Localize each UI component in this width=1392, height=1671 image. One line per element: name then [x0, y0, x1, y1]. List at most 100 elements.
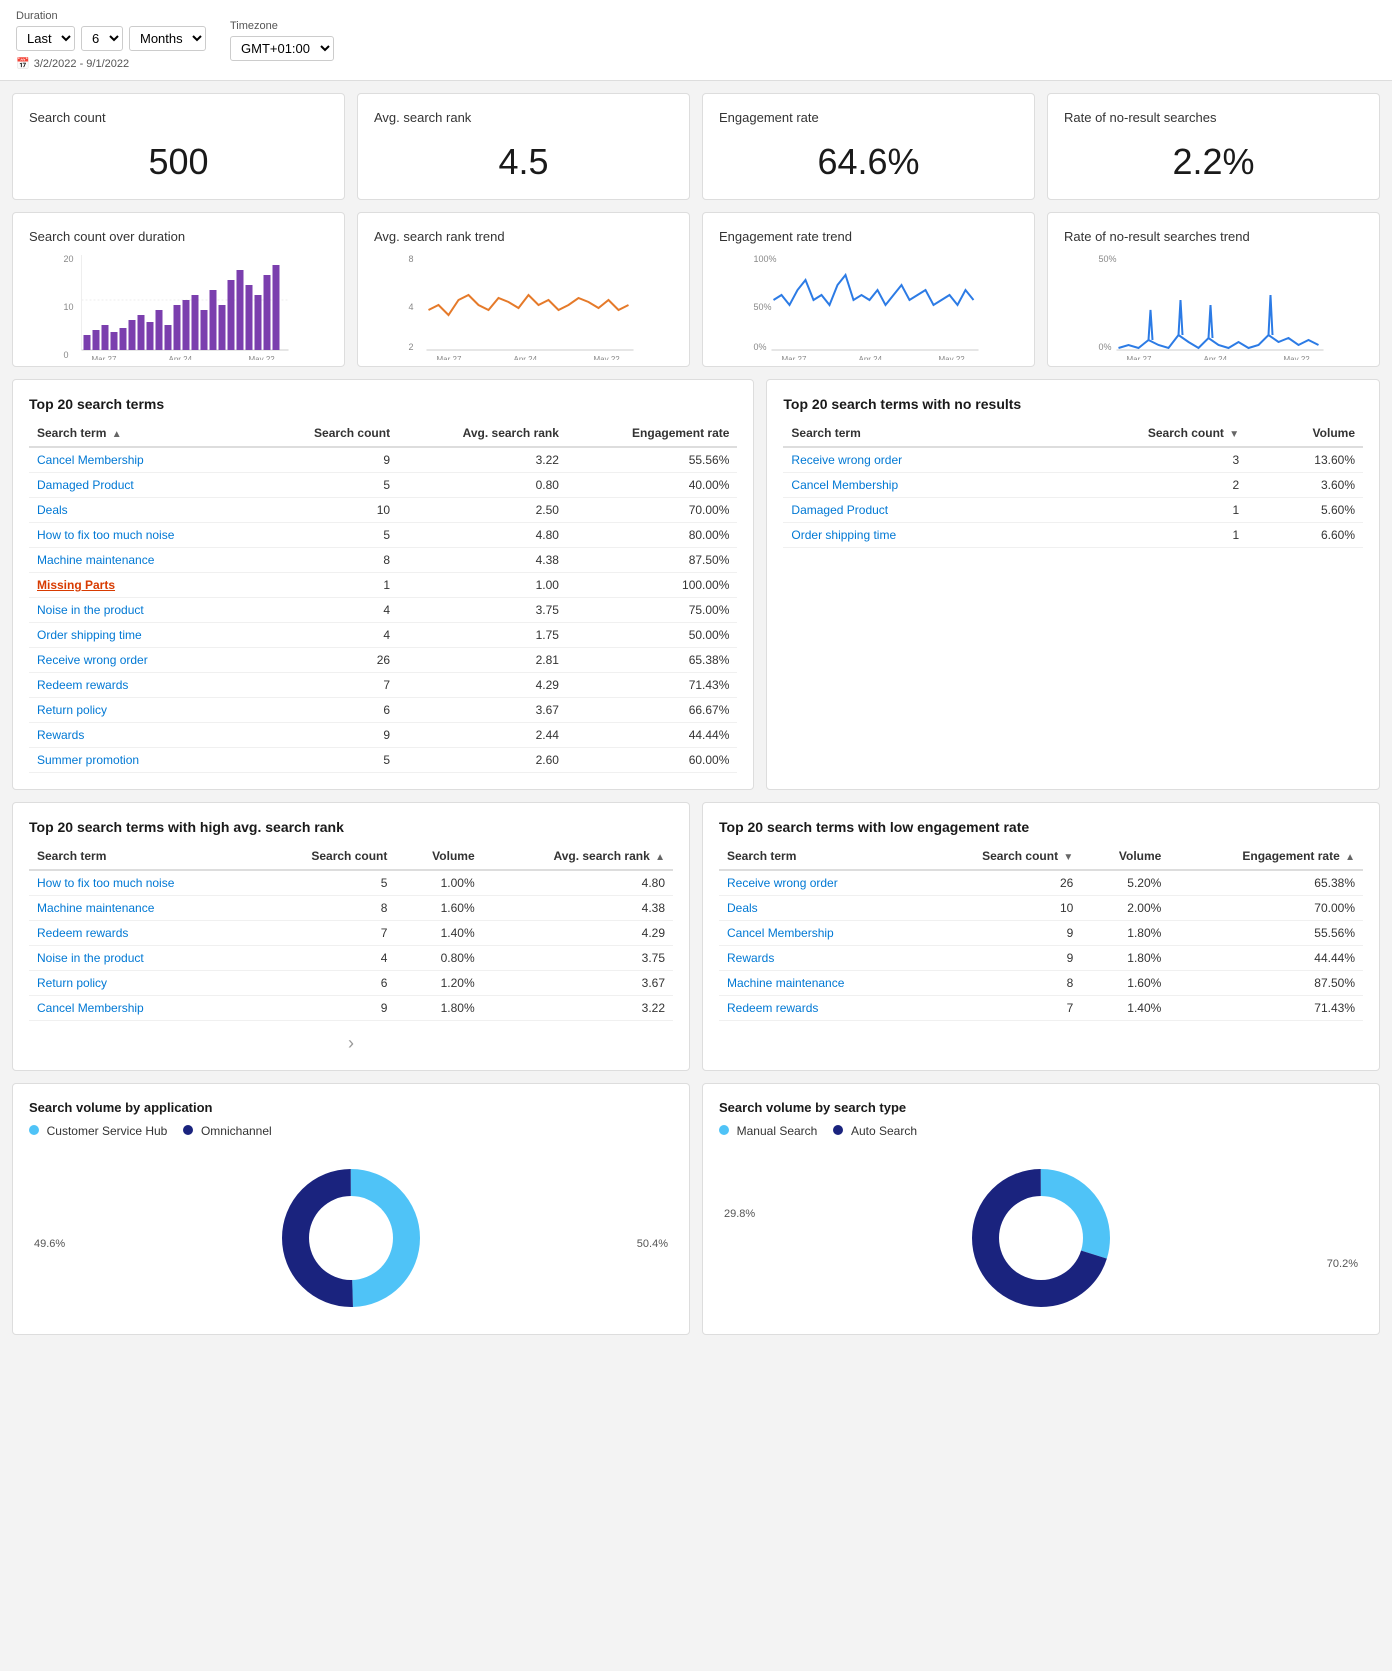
- col-hr-rank[interactable]: Avg. search rank ▲: [483, 843, 673, 870]
- table-row: Cancel Membership: [29, 996, 258, 1021]
- col-hr-count[interactable]: Search count: [258, 843, 395, 870]
- svg-text:10: 10: [64, 302, 74, 312]
- table-row: Deals: [29, 498, 260, 523]
- svg-text:8: 8: [409, 254, 414, 264]
- col-hr-term[interactable]: Search term: [29, 843, 258, 870]
- legend-omni: Omnichannel: [183, 1123, 271, 1138]
- table-row: Damaged Product: [783, 498, 1034, 523]
- donut-type-chart: 29.8% 70.2%: [719, 1158, 1363, 1318]
- high-rank-card: Top 20 search terms with high avg. searc…: [12, 802, 690, 1071]
- donut-row: Search volume by application Customer Se…: [12, 1083, 1380, 1335]
- donut-app-card: Search volume by application Customer Se…: [12, 1083, 690, 1335]
- chart-no-result-title: Rate of no-result searches trend: [1064, 229, 1363, 244]
- col-count[interactable]: Search count: [260, 420, 398, 447]
- table-row: Rewards: [719, 946, 920, 971]
- col-engagement[interactable]: Engagement rate: [567, 420, 737, 447]
- table-row: Machine maintenance: [29, 896, 258, 921]
- top-bar: Duration Last 6 Months 📅 3/2/2022 - 9/1/…: [0, 0, 1392, 81]
- timezone-select[interactable]: GMT+01:00: [230, 36, 334, 61]
- high-rank-table: Search term Search count Volume Avg. sea…: [29, 843, 673, 1021]
- table-row: Receive wrong order: [719, 870, 920, 896]
- table-row: Machine maintenance: [29, 548, 260, 573]
- calendar-icon: 📅: [16, 57, 30, 70]
- svg-text:May 22: May 22: [939, 355, 966, 360]
- duration-group: Duration Last 6 Months 📅 3/2/2022 - 9/1/…: [16, 10, 206, 70]
- duration-prefix-select[interactable]: Last: [16, 26, 75, 51]
- kpi-engagement: Engagement rate 64.6%: [702, 93, 1035, 200]
- kpi-avg-rank-title: Avg. search rank: [374, 110, 673, 125]
- chart-search-count: Search count over duration 20 10 0: [12, 212, 345, 367]
- kpi-search-count-value: 500: [29, 141, 328, 183]
- svg-text:Mar 27: Mar 27: [1127, 355, 1152, 360]
- svg-text:May 22: May 22: [249, 355, 276, 360]
- svg-text:Apr 24: Apr 24: [514, 355, 538, 360]
- col-le-volume[interactable]: Volume: [1081, 843, 1169, 870]
- donut-type-label-right: 70.2%: [1327, 1258, 1358, 1270]
- no-result-terms-card: Top 20 search terms with no results Sear…: [766, 379, 1380, 790]
- kpi-avg-rank-value: 4.5: [374, 141, 673, 183]
- col-nr-term[interactable]: Search term: [783, 420, 1034, 447]
- chart-engagement-area: 100% 50% 0% Mar 27 Apr 24 May 22 Engagem…: [719, 250, 1018, 350]
- tables-row-2: Top 20 search terms with high avg. searc…: [12, 802, 1380, 1071]
- table-row: Cancel Membership: [719, 921, 920, 946]
- svg-text:0%: 0%: [1099, 342, 1112, 352]
- donut-type-card: Search volume by search type Manual Sear…: [702, 1083, 1380, 1335]
- svg-text:May 22: May 22: [1284, 355, 1311, 360]
- table-row: Cancel Membership: [783, 473, 1034, 498]
- table-row: How to fix too much noise: [29, 870, 258, 896]
- kpi-search-count-title: Search count: [29, 110, 328, 125]
- col-search-term[interactable]: Search term ▲: [29, 420, 260, 447]
- svg-text:2: 2: [409, 342, 414, 352]
- donut-type-label-left: 29.8%: [724, 1208, 755, 1220]
- donut-app-chart: 49.6% 50.4%: [29, 1158, 673, 1318]
- duration-value-select[interactable]: 6: [81, 26, 123, 51]
- col-nr-count[interactable]: Search count ▼: [1035, 420, 1248, 447]
- svg-text:Apr 24: Apr 24: [169, 355, 193, 360]
- table-row: Damaged Product: [29, 473, 260, 498]
- no-result-table: Search term Search count ▼ Volume Receiv…: [783, 420, 1363, 548]
- table-row: Redeem rewards: [29, 673, 260, 698]
- chart-avg-rank-area: 8 4 2 Mar 27 Apr 24 May 22 Avg. search r…: [374, 250, 673, 350]
- kpi-no-result-value: 2.2%: [1064, 141, 1363, 183]
- chart-search-count-title: Search count over duration: [29, 229, 328, 244]
- high-rank-title: Top 20 search terms with high avg. searc…: [29, 819, 673, 835]
- svg-text:Apr 24: Apr 24: [859, 355, 883, 360]
- no-result-title: Top 20 search terms with no results: [783, 396, 1363, 412]
- top20-title: Top 20 search terms: [29, 396, 737, 412]
- chart-engagement-trend: Engagement rate trend 100% 50% 0% Mar 27…: [702, 212, 1035, 367]
- table-row: Receive wrong order: [29, 648, 260, 673]
- chart-avg-rank: Avg. search rank trend 8 4 2 Mar 27 Apr …: [357, 212, 690, 367]
- svg-text:4: 4: [409, 302, 414, 312]
- table-row: Missing Parts: [29, 573, 260, 598]
- high-rank-scroll[interactable]: Search term Search count Volume Avg. sea…: [29, 843, 673, 1021]
- kpi-search-count: Search count 500: [12, 93, 345, 200]
- col-le-engagement[interactable]: Engagement rate ▲: [1169, 843, 1363, 870]
- duration-label: Duration: [16, 10, 206, 22]
- low-engagement-card: Top 20 search terms with low engagement …: [702, 802, 1380, 1071]
- col-hr-volume[interactable]: Volume: [395, 843, 482, 870]
- legend-auto: Auto Search: [833, 1123, 917, 1138]
- svg-text:May 22: May 22: [594, 355, 621, 360]
- table-row: Noise in the product: [29, 598, 260, 623]
- chart-engagement-title: Engagement rate trend: [719, 229, 1018, 244]
- donut-app-label-left: 49.6%: [34, 1238, 65, 1250]
- donut-app-title: Search volume by application: [29, 1100, 673, 1115]
- donut-type-legend: Manual Search Auto Search: [719, 1123, 1363, 1138]
- table-row: How to fix too much noise: [29, 523, 260, 548]
- table-row: Summer promotion: [29, 748, 260, 773]
- col-le-count[interactable]: Search count ▼: [920, 843, 1081, 870]
- legend-manual: Manual Search: [719, 1123, 817, 1138]
- chart-no-result-trend: Rate of no-result searches trend 50% 0% …: [1047, 212, 1380, 367]
- low-engagement-scroll[interactable]: Search term Search count ▼ Volume Engage…: [719, 843, 1363, 1021]
- kpi-engagement-title: Engagement rate: [719, 110, 1018, 125]
- col-le-term[interactable]: Search term: [719, 843, 920, 870]
- timezone-label: Timezone: [230, 20, 334, 32]
- col-nr-volume[interactable]: Volume: [1247, 420, 1363, 447]
- kpi-engagement-value: 64.6%: [719, 141, 1018, 183]
- duration-unit-select[interactable]: Months: [129, 26, 206, 51]
- tables-row-1: Top 20 search terms Search term ▲ Search…: [12, 379, 1380, 790]
- col-avg-rank[interactable]: Avg. search rank: [398, 420, 567, 447]
- table-row: Return policy: [29, 971, 258, 996]
- table-row: Order shipping time: [783, 523, 1034, 548]
- scroll-right-icon: ›: [29, 1033, 673, 1054]
